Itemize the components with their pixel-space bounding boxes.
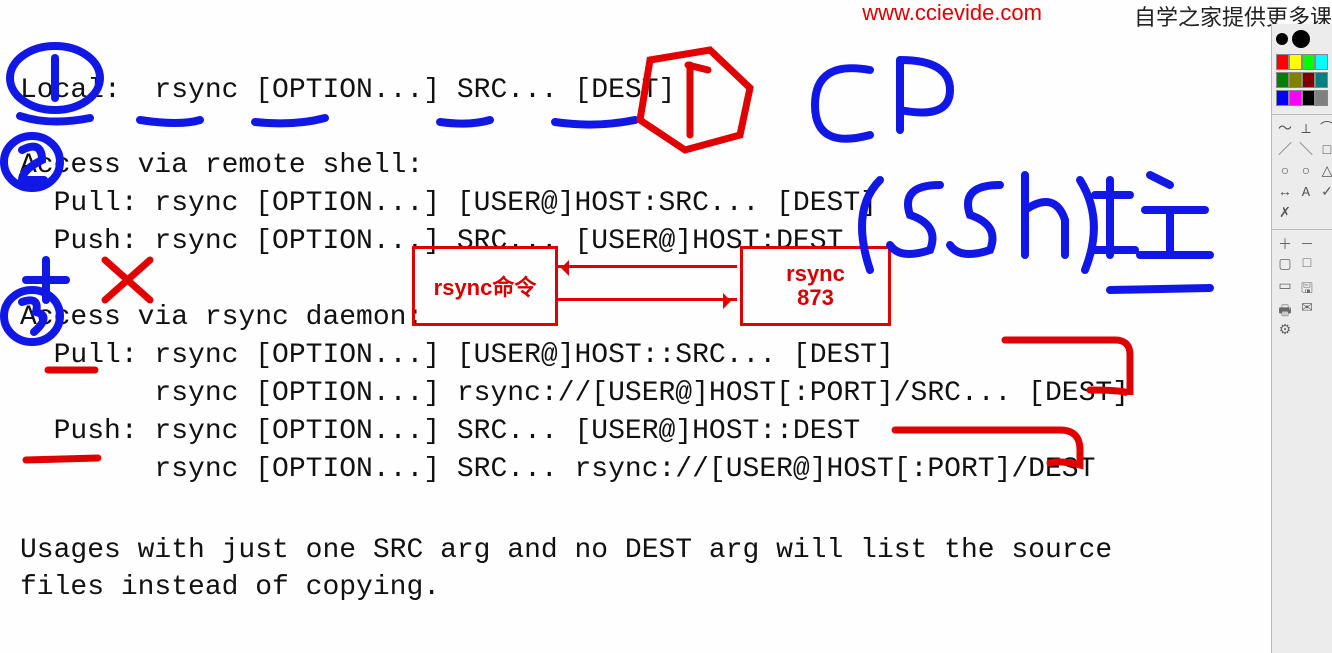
brush-dot-icon[interactable] bbox=[1276, 33, 1288, 45]
label-rsync-873: rsync 873 bbox=[786, 262, 845, 310]
print-icon[interactable]: 🖶 bbox=[1276, 300, 1294, 318]
tool-tri-icon[interactable]: △ bbox=[1318, 163, 1332, 181]
color-swatch[interactable] bbox=[1276, 90, 1289, 106]
mail-icon[interactable]: ✉ bbox=[1298, 300, 1316, 318]
color-swatch[interactable] bbox=[1289, 54, 1302, 70]
tool-circle-icon[interactable]: ○ bbox=[1276, 163, 1294, 181]
paint-palette[interactable]: ～ ⟂ ⌒ ／ ＼ □ ○ ○ △ ↔ A ✓ ✗ ＋ － ▢ □ ▭ 🖫 🖶 … bbox=[1271, 24, 1332, 653]
new-icon[interactable]: □ bbox=[1298, 256, 1316, 274]
text-pull-shell: Pull: rsync [OPTION...] [USER@]HOST:SRC.… bbox=[20, 188, 877, 219]
color-swatch[interactable] bbox=[1315, 90, 1328, 106]
tool-grid: ～ ⟂ ⌒ ／ ＼ □ ○ ○ △ ↔ A ✓ ✗ bbox=[1276, 121, 1328, 223]
text-usage-a: Usages with just one SRC arg and no DEST… bbox=[20, 535, 1112, 566]
box-rsync-cmd: rsync命令 bbox=[412, 246, 558, 326]
text-push-daemon2: rsync [OPTION...] SRC... rsync://[USER@]… bbox=[20, 454, 1095, 485]
tool-circle2-icon[interactable]: ○ bbox=[1297, 163, 1315, 181]
color-swatch[interactable] bbox=[1302, 54, 1315, 70]
tool-x-icon[interactable]: ✗ bbox=[1276, 205, 1294, 223]
color-swatch[interactable] bbox=[1276, 54, 1289, 70]
tool-arrow-icon[interactable]: ↔ bbox=[1276, 184, 1294, 202]
text-push-daemon1: Push: rsync [OPTION...] SRC... [USER@]HO… bbox=[20, 416, 860, 447]
color-swatch[interactable] bbox=[1289, 90, 1302, 106]
label-rsync-cmd: rsync命令 bbox=[434, 270, 537, 302]
tool-check-icon[interactable]: ✓ bbox=[1318, 184, 1332, 202]
text-local: Local: rsync [OPTION...] SRC... [DEST] bbox=[20, 75, 675, 106]
arrow-right bbox=[555, 298, 737, 301]
tool-arc-icon[interactable]: ⌒ bbox=[1318, 121, 1332, 139]
tool-wave-icon[interactable]: ～ bbox=[1276, 121, 1294, 139]
color-swatch[interactable] bbox=[1289, 72, 1302, 88]
tool-line2-icon[interactable]: ＼ bbox=[1297, 142, 1315, 160]
brush-dot-large-icon[interactable] bbox=[1292, 30, 1310, 48]
watermark-url: www.ccievide.com bbox=[862, 0, 1042, 26]
arrow-left bbox=[555, 265, 737, 268]
color-swatch[interactable] bbox=[1315, 72, 1328, 88]
text-usage-b: files instead of copying. bbox=[20, 572, 440, 603]
text-pull-daemon1: Pull: rsync [OPTION...] [USER@]HOST::SRC… bbox=[20, 340, 894, 371]
tool-rect-icon[interactable]: □ bbox=[1318, 142, 1332, 160]
select-icon[interactable]: ▢ bbox=[1276, 256, 1294, 274]
color-swatch[interactable] bbox=[1302, 90, 1315, 106]
zoom-out-icon[interactable]: － bbox=[1298, 234, 1316, 252]
tool-line-icon[interactable]: ／ bbox=[1276, 142, 1294, 160]
color-swatch[interactable] bbox=[1276, 72, 1289, 88]
color-swatch[interactable] bbox=[1302, 72, 1315, 88]
action-icons: ＋ － ▢ □ ▭ 🖫 🖶 ✉ ⚙ bbox=[1276, 234, 1328, 340]
tool-text-icon[interactable]: A bbox=[1297, 184, 1315, 202]
tool-perp-icon[interactable]: ⟂ bbox=[1297, 121, 1315, 139]
zoom-in-icon[interactable]: ＋ bbox=[1276, 234, 1294, 252]
color-swatch[interactable] bbox=[1315, 54, 1328, 70]
text-daemon: Access via rsync daemon: bbox=[20, 302, 423, 333]
gear-icon[interactable]: ⚙ bbox=[1276, 322, 1294, 340]
save-icon[interactable]: 🖫 bbox=[1298, 278, 1316, 296]
open-icon[interactable]: ▭ bbox=[1276, 278, 1294, 296]
box-rsync-873: rsync 873 bbox=[740, 246, 891, 326]
text-pull-daemon2: rsync [OPTION...] rsync://[USER@]HOST[:P… bbox=[20, 378, 1129, 409]
text-remote-shell: Access via remote shell: bbox=[20, 150, 423, 181]
page-root: { "watermark": { "url": "www.ccievide.co… bbox=[0, 0, 1332, 653]
